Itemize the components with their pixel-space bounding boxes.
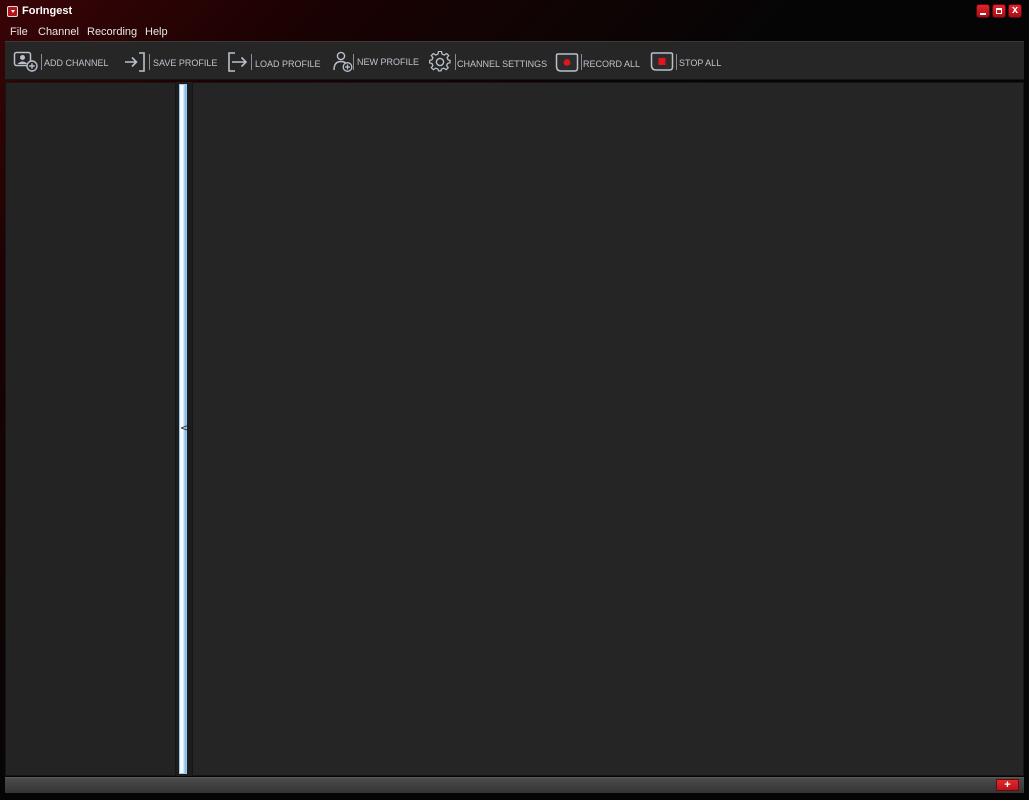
- stop-all-button[interactable]: STOP ALL: [650, 51, 722, 75]
- channel-settings-label: CHANNEL SETTINGS: [457, 59, 548, 69]
- save-profile-label: SAVE PROFILE: [153, 58, 218, 68]
- record-all-button[interactable]: RECORD ALL: [555, 51, 641, 75]
- menu-file[interactable]: File: [10, 26, 28, 38]
- gear-icon: [429, 51, 451, 72]
- stop-icon: [650, 52, 674, 71]
- load-profile-icon: [228, 52, 248, 72]
- new-profile-label: NEW PROFILE: [357, 57, 420, 67]
- menu-bar: File Channel Recording Help: [0, 23, 1029, 41]
- toolbar-separator: [41, 54, 42, 70]
- channel-settings-button[interactable]: CHANNEL SETTINGS: [429, 51, 547, 75]
- menu-channel[interactable]: Channel: [38, 26, 79, 38]
- title-bar[interactable]: ForIngest x: [0, 0, 1029, 23]
- app-logo-icon: [7, 6, 18, 17]
- toolbar-separator: [676, 54, 677, 70]
- add-channel-button[interactable]: ADD CHANNEL: [13, 51, 111, 75]
- new-profile-button[interactable]: NEW PROFILE: [332, 51, 420, 75]
- panel-splitter[interactable]: <: [176, 82, 192, 776]
- add-channel-icon: [13, 51, 38, 72]
- toolbar-separator: [581, 54, 582, 70]
- save-profile-button[interactable]: SAVE PROFILE: [124, 51, 218, 75]
- minimize-button[interactable]: [976, 4, 990, 18]
- add-channel-label: ADD CHANNEL: [44, 58, 109, 68]
- status-add-button[interactable]: +: [996, 779, 1019, 791]
- main-content-area[interactable]: [192, 82, 1024, 776]
- maximize-icon: [996, 8, 1002, 14]
- app-window: ForIngest x File Channel Recording Help: [0, 0, 1029, 800]
- window-title: ForIngest: [22, 5, 73, 17]
- plus-icon: +: [1004, 779, 1011, 791]
- menu-recording[interactable]: Recording: [87, 26, 137, 38]
- toolbar-separator: [149, 54, 150, 70]
- record-icon: [555, 53, 579, 72]
- toolbar-separator: [455, 54, 456, 70]
- toolbar-separator: [353, 54, 354, 70]
- channel-list-panel[interactable]: [5, 82, 176, 776]
- menu-help[interactable]: Help: [145, 26, 168, 38]
- status-bar: +: [5, 777, 1024, 793]
- stop-all-label: STOP ALL: [679, 58, 722, 68]
- save-profile-icon: [125, 52, 145, 72]
- toolbar-separator: [251, 54, 252, 70]
- collapse-panel-icon[interactable]: <: [180, 423, 188, 434]
- maximize-button[interactable]: [992, 4, 1006, 18]
- toolbar: ADD CHANNEL SAVE PROFILE LOAD PROFILE NE…: [5, 41, 1024, 80]
- new-profile-icon: [333, 51, 353, 72]
- load-profile-label: LOAD PROFILE: [255, 59, 321, 69]
- record-all-label: RECORD ALL: [583, 59, 641, 69]
- minimize-icon: [980, 13, 986, 15]
- close-button[interactable]: x: [1008, 4, 1022, 18]
- close-icon: x: [1011, 4, 1019, 16]
- load-profile-button[interactable]: LOAD PROFILE: [226, 51, 321, 75]
